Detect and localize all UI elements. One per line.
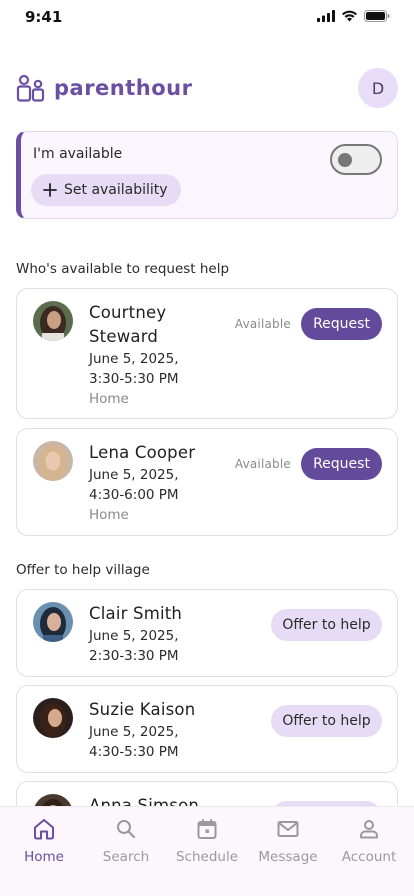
nav-item-account[interactable]: Account xyxy=(328,817,410,865)
person-name: Suzie Kaison xyxy=(89,700,196,719)
avatar xyxy=(33,698,73,738)
set-availability-button[interactable]: Set availability xyxy=(31,174,181,206)
person-photo-image xyxy=(33,441,73,481)
status-time: 9:41 xyxy=(25,8,63,26)
user-icon xyxy=(357,817,381,841)
brand-logo: parenthour xyxy=(16,74,192,102)
person-location: Home xyxy=(89,507,129,523)
avatar xyxy=(33,301,73,341)
avatar xyxy=(33,602,73,642)
status-badge: Available xyxy=(234,317,291,331)
person-name: Clair Smith xyxy=(89,604,183,623)
status-bar: 9:41 xyxy=(0,0,414,36)
person-time: 2:30-3:30 PM xyxy=(89,648,179,664)
person-date: June 5, 2025, xyxy=(89,724,179,740)
bottom-navigation: Home Search Schedule Message Account xyxy=(0,806,414,896)
person-time: 3:30-5:30 PM xyxy=(89,371,179,387)
nav-item-home[interactable]: Home xyxy=(3,817,85,865)
person-photo-image xyxy=(33,602,73,642)
availability-toggle[interactable] xyxy=(330,144,382,175)
status-icons xyxy=(317,10,390,22)
nav-item-search[interactable]: Search xyxy=(85,817,167,865)
toggle-knob xyxy=(338,153,352,167)
nav-label: Search xyxy=(102,849,150,865)
person-info: Suzie Kaison June 5, 2025, 4:30-5:30 PM xyxy=(89,698,229,762)
app-screen: 9:41 parenthour D I'm available Set avai… xyxy=(0,0,414,896)
request-button[interactable]: Request xyxy=(301,308,382,340)
nav-label: Account xyxy=(341,849,397,865)
person-photo-image xyxy=(33,698,73,738)
request-section-title: Who's available to request help xyxy=(16,261,230,277)
person-time: 4:30-6:00 PM xyxy=(89,487,179,503)
person-time: 4:30-5:30 PM xyxy=(89,744,179,760)
availability-card: I'm available Set availability xyxy=(16,131,398,219)
available-person-card[interactable]: Courtney Steward June 5, 2025, 3:30-5:30… xyxy=(16,288,398,419)
offer-person-card[interactable]: Clair Smith June 5, 2025, 2:30-3:30 PM O… xyxy=(16,589,398,677)
wifi-icon xyxy=(342,10,357,22)
user-avatar[interactable]: D xyxy=(358,68,398,108)
person-date: June 5, 2025, xyxy=(89,467,179,483)
person-photo-image xyxy=(33,301,73,341)
available-person-card[interactable]: Lena Cooper June 5, 2025, 4:30-6:00 PM H… xyxy=(16,428,398,536)
person-name: Courtney Steward xyxy=(89,303,167,346)
availability-label: I'm available xyxy=(33,146,123,162)
home-icon xyxy=(32,817,56,841)
nav-label: Home xyxy=(24,849,64,865)
person-location: Home xyxy=(89,391,129,407)
offer-person-card[interactable]: Suzie Kaison June 5, 2025, 4:30-5:30 PM … xyxy=(16,685,398,773)
offer-to-help-button[interactable]: Offer to help xyxy=(271,609,382,641)
offer-section-title: Offer to help village xyxy=(16,562,150,578)
person-info: Clair Smith June 5, 2025, 2:30-3:30 PM xyxy=(89,602,229,666)
brand-name: parenthour xyxy=(54,76,193,100)
person-date: June 5, 2025, xyxy=(89,628,179,644)
person-name: Lena Cooper xyxy=(89,443,196,462)
person-info: Courtney Steward June 5, 2025, 3:30-5:30… xyxy=(89,301,229,409)
avatar xyxy=(33,441,73,481)
offer-to-help-button[interactable]: Offer to help xyxy=(271,705,382,737)
battery-icon xyxy=(364,10,390,22)
mail-icon xyxy=(276,817,300,841)
person-info: Lena Cooper June 5, 2025, 4:30-6:00 PM H… xyxy=(89,441,229,525)
status-badge: Available xyxy=(234,457,291,471)
cellular-signal-icon xyxy=(317,10,335,22)
search-icon xyxy=(114,817,138,841)
nav-item-message[interactable]: Message xyxy=(247,817,329,865)
person-date: June 5, 2025, xyxy=(89,351,179,367)
request-button[interactable]: Request xyxy=(301,448,382,480)
nav-label: Message xyxy=(258,849,318,865)
nav-label: Schedule xyxy=(175,849,239,865)
calendar-icon xyxy=(195,817,219,841)
parenthour-logo-icon xyxy=(16,74,45,102)
nav-item-schedule[interactable]: Schedule xyxy=(166,817,248,865)
set-availability-label: Set availability xyxy=(64,182,168,198)
app-header: parenthour D xyxy=(16,66,398,110)
plus-icon xyxy=(43,183,57,197)
